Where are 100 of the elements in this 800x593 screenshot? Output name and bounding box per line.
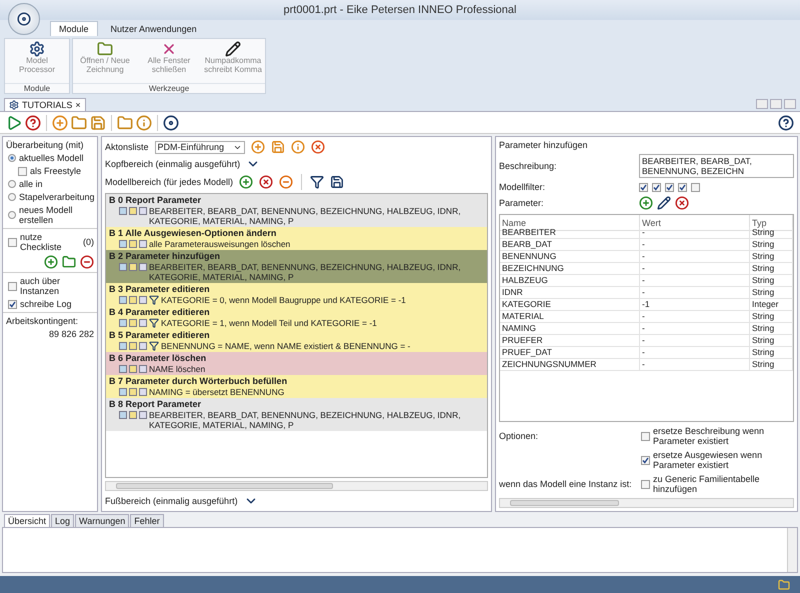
checkbox[interactable] [639,182,648,192]
table-cell: - [640,359,750,371]
filter-icon [149,295,159,305]
checkbox[interactable] [641,480,650,488]
delete-icon[interactable] [675,196,689,210]
table-cell: String [750,275,793,287]
step-description: BEARBEITER, BEARB_DAT, BENENNUNG, BEZEICHNUNG, HALBZEUG, IDNR, KATEGORIE, MATERIAL, NAMING, P [149,410,462,430]
radio-button[interactable] [8,180,16,188]
step-title: B 4 Parameter editieren [109,307,211,318]
delete-icon[interactable] [80,255,94,269]
step-row[interactable]: B 0 Report Parameter BEARBEITER, BEARB_DAT, BENENNUNG, BEZEICHNUNG, HALBZEUG, IDNR, KATEGORIE, MATERIAL, NAMING, P [106,194,487,227]
tab-label: TUTORIALS [22,100,72,110]
table-cell: - [640,239,750,251]
ribbon-tab[interactable]: Nutzer Anwendungen [102,21,206,36]
disc-icon[interactable] [163,114,179,130]
description-field[interactable]: BEARBEITER, BEARB_DAT, BENENNUNG, BEZEICHN [639,154,794,178]
checkbox[interactable] [18,166,27,176]
step-description: alle Parameterausweisungen löschen [149,239,290,249]
column-header[interactable]: Wert [640,215,750,231]
info-icon[interactable] [136,114,152,130]
step-title: B 5 Parameter editieren [109,330,211,341]
help-icon[interactable] [25,114,41,130]
table-cell: String [750,263,793,275]
group-label: Module [5,83,69,93]
delete-icon[interactable] [310,140,325,154]
drawing-icon [129,342,137,350]
folder-icon[interactable] [62,255,76,269]
assembly-icon [139,388,147,396]
checkbox[interactable] [8,282,17,290]
section-title: Überarbeitung (mit) [6,140,85,150]
radio-button[interactable] [8,193,16,201]
step-row[interactable]: B 7 Parameter durch Wörterbuch befüllen NAMING = übersetzt BENENNUNG [106,375,487,398]
folder-icon[interactable] [117,114,133,130]
option-label: aktuelles Modell [19,153,84,163]
step-row[interactable]: B 5 Parameter editieren BENENNUNG = NAME, wenn NAME existiert & BENENNUNG = - [106,329,487,352]
checkbox[interactable] [678,182,687,192]
radio-button[interactable] [8,211,16,219]
checkbox[interactable] [641,456,650,464]
table-cell: - [640,251,750,263]
assembly-icon [139,319,147,327]
document-tab[interactable]: TUTORIALS × [4,98,86,111]
ribbon-tab[interactable]: Module [50,21,98,36]
step-row[interactable]: B 6 Parameter löschen NAME löschen [106,352,487,375]
checkbox[interactable] [652,182,661,192]
step-description: BENENNUNG = NAME, wenn NAME existiert & BENENNUNG = - [161,341,410,351]
table-cell: String [750,251,793,263]
edit-icon[interactable] [657,196,671,210]
radio-button[interactable] [8,154,16,162]
vertical-scrollbar[interactable] [787,528,797,572]
play-icon[interactable] [6,114,22,130]
checkbox[interactable] [665,182,674,192]
assembly-icon [139,411,147,419]
assembly-icon [139,207,147,215]
option-label: neues Modell erstellen [19,205,74,225]
checkbox[interactable] [8,238,17,246]
field-label: Modellfilter: [499,182,546,192]
horizontal-scrollbar[interactable] [105,481,488,491]
app-logo[interactable] [8,3,40,35]
save-icon[interactable] [330,175,344,189]
output-tab[interactable]: Warnungen [75,514,130,527]
delete-icon[interactable] [259,175,274,189]
part-icon [119,411,127,419]
add-icon[interactable] [44,255,58,269]
step-title: B 0 Report Parameter [109,195,202,206]
add-icon[interactable] [239,175,254,189]
ribbon-button[interactable]: Numpadkomma schreibt Komma [201,39,265,83]
table-cell: HALBZEUG [500,275,640,287]
filter-icon[interactable] [310,175,324,189]
checkbox[interactable] [8,300,17,308]
help-icon[interactable] [778,114,794,130]
output-tab[interactable]: Übersicht [4,514,50,527]
action-list-dropdown[interactable]: PDM-Einführung [154,140,245,154]
quota-value: 89 826 282 [48,329,94,339]
add-icon[interactable] [639,196,653,210]
folder-icon[interactable] [71,114,87,130]
output-tab[interactable]: Fehler [130,514,164,527]
folder-icon [778,578,790,590]
output-tab[interactable]: Log [51,514,74,527]
step-row[interactable]: B 2 Parameter hinzufügen BEARBEITER, BEARB_DAT, BENENNUNG, BEZEICHNUNG, HALBZEUG, IDNR, KATEGORIE, MATERIAL, NAMING, P [106,250,487,283]
step-row[interactable]: B 8 Report Parameter BEARBEITER, BEARB_DAT, BENENNUNG, BEZEICHNUNG, HALBZEUG, IDNR, KATEGORIE, MATERIAL, NAMING, P [106,398,487,431]
table-cell: - [640,227,750,239]
option-label: auch über Instanzen [20,276,62,296]
assembly-icon [139,296,147,304]
step-row[interactable]: B 1 Alle Ausgewiesen-Optionen ändern alle Parameterausweisungen löschen [106,227,487,250]
step-row[interactable]: B 3 Parameter editieren KATEGORIE = 0, wenn Modell Baugruppe und KATEGORIE = -1 [106,283,487,306]
group-label: Werkzeuge [73,83,265,93]
section-label: Modellbereich (für jedes Modell) [105,177,234,187]
info-icon[interactable] [290,140,305,154]
minus-icon[interactable] [279,175,294,189]
checkbox[interactable] [641,432,650,440]
panel-title: Parameter hinzufügen [499,140,589,150]
close-button[interactable]: × [75,100,81,110]
table-cell: String [750,359,793,371]
table-cell: String [750,239,793,251]
step-row[interactable]: B 4 Parameter editieren KATEGORIE = 1, wenn Modell Teil und KATEGORIE = -1 [106,306,487,329]
add-icon[interactable] [52,114,68,130]
horizontal-scrollbar[interactable] [499,498,794,508]
table-cell: -1 [640,299,750,311]
folder-icon [97,41,113,57]
checkbox[interactable] [691,182,700,192]
